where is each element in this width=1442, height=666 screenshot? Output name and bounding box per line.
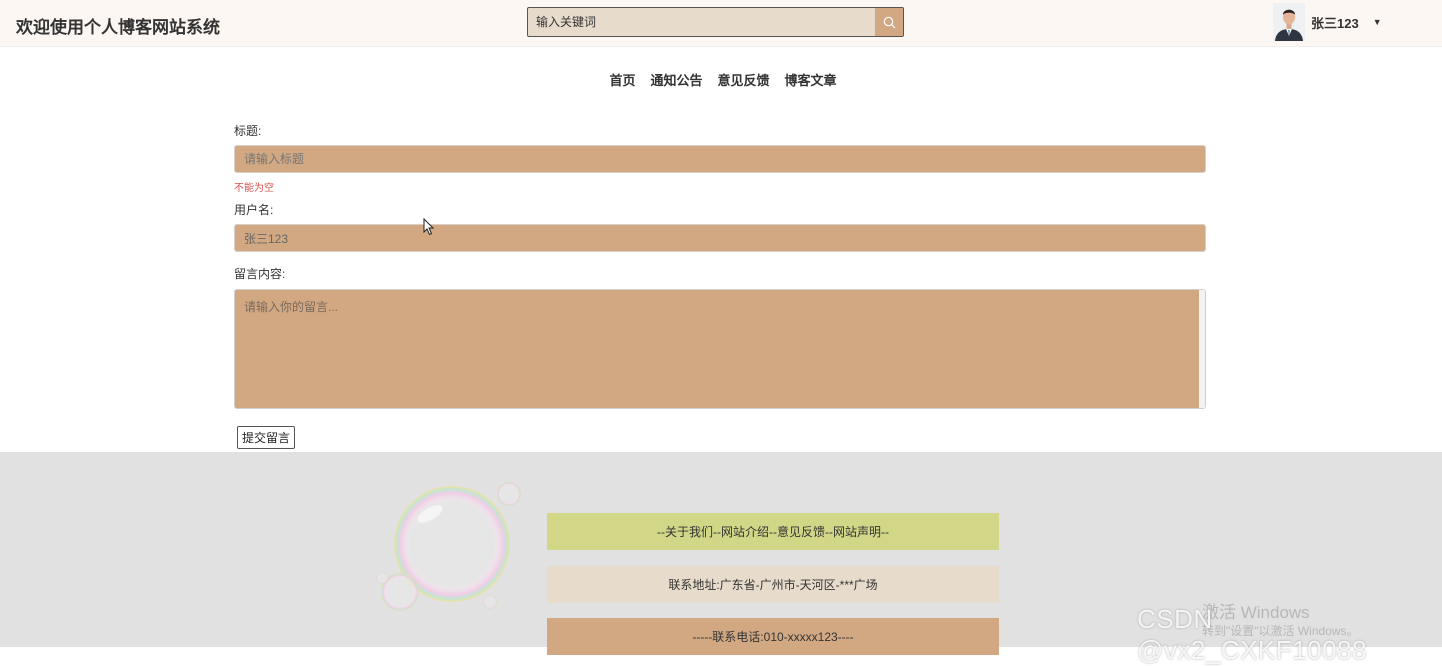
site-title: 欢迎使用个人博客网站系统 bbox=[16, 18, 220, 37]
search-input[interactable] bbox=[528, 8, 875, 36]
nav-item-articles[interactable]: 博客文章 bbox=[785, 70, 837, 89]
main-nav: 首页 通知公告 意见反馈 博客文章 bbox=[0, 70, 1442, 89]
textarea-scrollbar[interactable] bbox=[1199, 290, 1205, 408]
csdn-watermark: CSDN @vx2_CXKF10088 bbox=[1137, 604, 1367, 665]
nav-item-notices[interactable]: 通知公告 bbox=[650, 70, 702, 89]
nav-item-feedback[interactable]: 意见反馈 bbox=[718, 70, 770, 89]
username: 张三123 bbox=[1311, 15, 1359, 31]
title-input[interactable] bbox=[234, 145, 1206, 173]
content-label: 留言内容: bbox=[234, 267, 286, 281]
submit-button[interactable]: 提交留言 bbox=[237, 426, 296, 449]
title-error: 不能为空 bbox=[234, 183, 274, 194]
avatar bbox=[1273, 3, 1305, 41]
footer-phone: -----联系电话:010-xxxxx123---- bbox=[547, 618, 999, 655]
top-bar: 欢迎使用个人博客网站系统 张三123 ▼ bbox=[0, 0, 1442, 47]
chevron-down-icon[interactable]: ▼ bbox=[1373, 17, 1382, 27]
content-placeholder: 请输入你的留言... bbox=[244, 300, 339, 314]
footer-links[interactable]: --关于我们--网站介绍--意见反馈--网站声明-- bbox=[547, 513, 999, 550]
content-textarea[interactable]: 请输入你的留言... bbox=[234, 289, 1206, 409]
username-label: 用户名: bbox=[234, 203, 274, 217]
footer-address: 联系地址:广东省-广州市-天河区-***广场 bbox=[547, 566, 999, 603]
bubbles-image bbox=[376, 482, 521, 611]
feedback-form: 标题: 不能为空 用户名: 留言内容: 请输入你的留言... bbox=[234, 122, 1206, 409]
search-box bbox=[527, 7, 904, 37]
user-menu[interactable]: 张三123 ▼ bbox=[1273, 2, 1382, 42]
nav-item-home[interactable]: 首页 bbox=[609, 70, 635, 89]
mouse-cursor-icon bbox=[423, 218, 435, 236]
title-label: 标题: bbox=[234, 124, 262, 138]
username-input[interactable] bbox=[234, 224, 1206, 252]
search-icon bbox=[883, 16, 895, 28]
search-button[interactable] bbox=[875, 8, 903, 36]
